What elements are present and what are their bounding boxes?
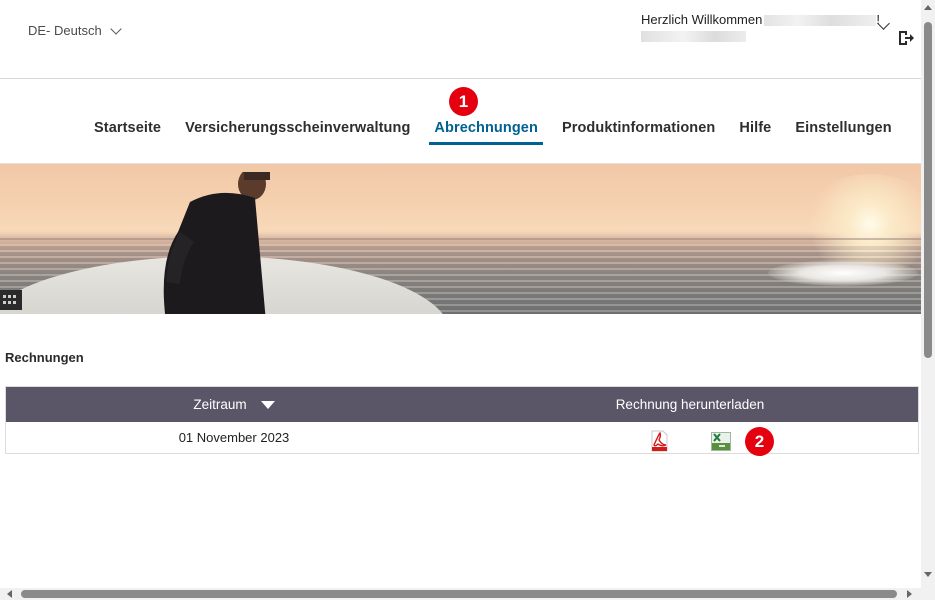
- column-header-label: Zeitraum: [193, 397, 247, 412]
- invoice-table: Zeitraum Rechnung herunterladen 01 Novem…: [5, 386, 919, 454]
- section-title: Rechnungen: [5, 350, 84, 365]
- top-bar: DE- Deutsch Herzlich Willkommen!: [0, 0, 921, 79]
- vertical-scroll-thumb[interactable]: [924, 22, 932, 358]
- welcome-text: Herzlich Willkommen: [641, 12, 763, 27]
- nav-item-produktinformationen[interactable]: Produktinformationen: [562, 120, 715, 136]
- redacted-username: [764, 15, 877, 27]
- sort-desc-icon: [260, 400, 275, 409]
- nav-item-versicherungsscheinverwaltung[interactable]: Versicherungsscheinverwaltung: [185, 120, 410, 136]
- column-header-download: Rechnung herunterladen: [615, 397, 765, 412]
- step-badge-2: 2: [745, 427, 774, 456]
- nav-item-startseite[interactable]: Startseite: [94, 120, 161, 136]
- scroll-left-icon[interactable]: [7, 590, 12, 598]
- step-badge-1: 1: [449, 87, 478, 116]
- pdf-icon[interactable]: [651, 430, 668, 452]
- language-label: DE- Deutsch: [28, 23, 102, 38]
- scroll-down-icon[interactable]: [924, 572, 932, 577]
- redacted-account: [641, 31, 746, 42]
- horizontal-scroll-thumb[interactable]: [21, 590, 897, 598]
- nav-item-abrechnungen[interactable]: Abrechnungen: [429, 120, 543, 145]
- logout-icon[interactable]: [897, 30, 915, 46]
- nav-item-hilfe[interactable]: Hilfe: [739, 120, 771, 136]
- cell-downloads: [462, 422, 918, 453]
- hero-horizon: [0, 238, 921, 240]
- chevron-down-icon: [110, 22, 122, 35]
- page: DE- Deutsch Herzlich Willkommen! Startse…: [0, 0, 921, 588]
- nav-item-einstellungen[interactable]: Einstellungen: [795, 120, 891, 136]
- column-header-zeitraum[interactable]: Zeitraum: [6, 387, 462, 422]
- vertical-scrollbar[interactable]: [921, 0, 935, 588]
- hero-person: [163, 172, 270, 314]
- horizontal-scrollbar[interactable]: [0, 588, 935, 600]
- xls-icon[interactable]: [711, 432, 731, 451]
- language-selector[interactable]: DE- Deutsch: [28, 22, 122, 38]
- hero-wave: [768, 260, 918, 286]
- hero-board-logo: [0, 290, 22, 310]
- table-header: Zeitraum Rechnung herunterladen: [6, 387, 918, 422]
- scroll-up-icon[interactable]: [924, 5, 932, 10]
- hero-banner-image: [0, 164, 921, 314]
- table-row: 01 November 2023: [6, 422, 918, 453]
- scroll-right-icon[interactable]: [907, 590, 912, 598]
- cell-period: 01 November 2023: [178, 430, 290, 445]
- welcome-message: Herzlich Willkommen!: [641, 12, 880, 42]
